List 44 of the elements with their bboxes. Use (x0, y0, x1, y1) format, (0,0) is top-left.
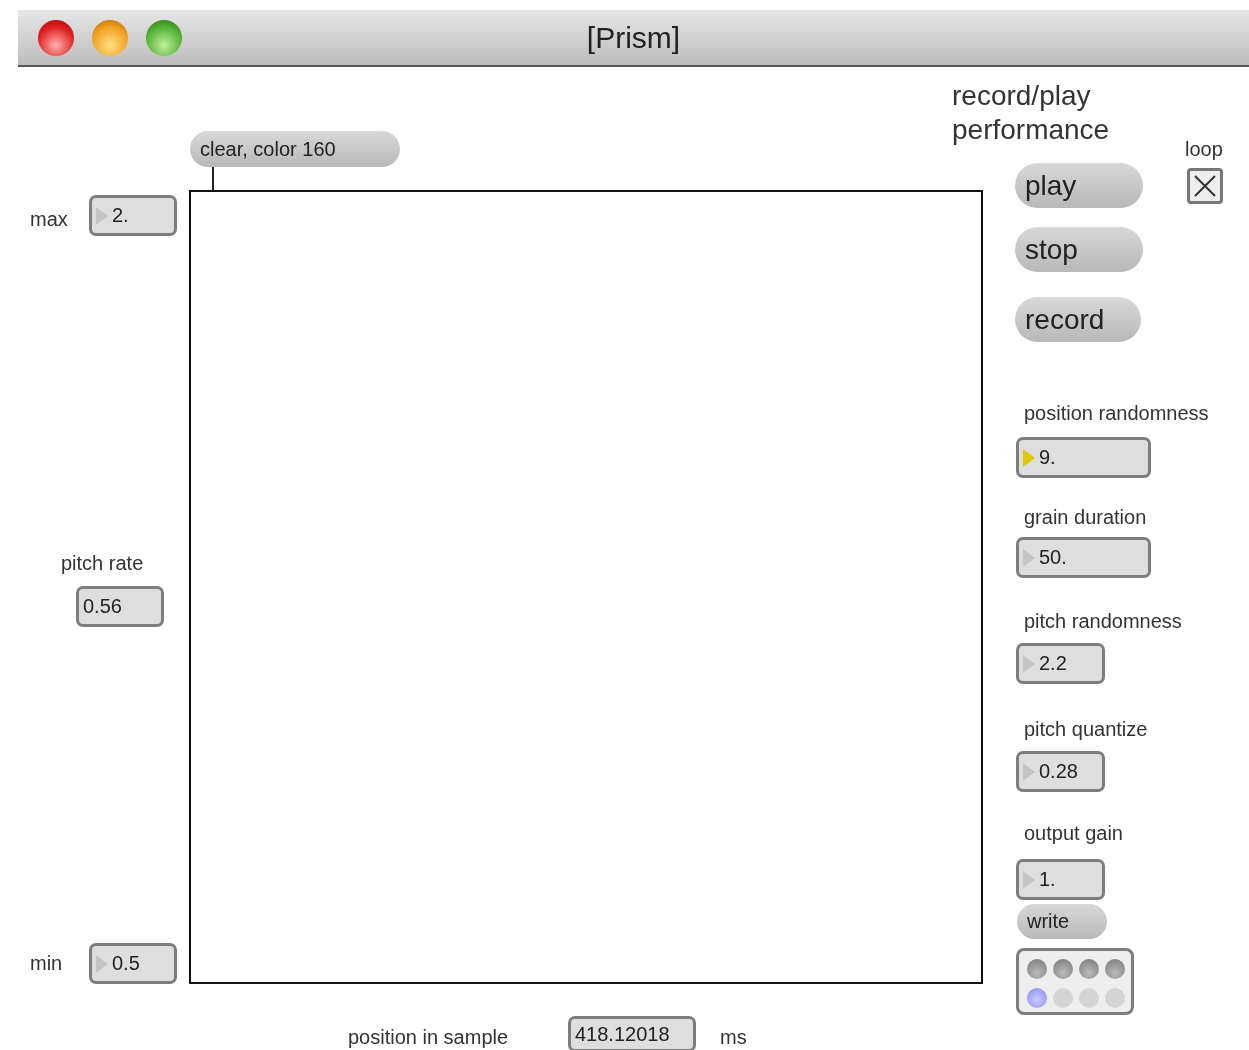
triangle-icon (96, 952, 108, 975)
triangle-icon (1023, 760, 1035, 783)
field-label: pitch rate (61, 551, 144, 575)
number-box[interactable]: 0.28 (1016, 751, 1105, 792)
field-label: output gain (1024, 821, 1123, 845)
cross-icon (1193, 174, 1217, 198)
field-label: position randomness (1024, 401, 1209, 425)
number-box[interactable]: 9. (1016, 437, 1151, 478)
preset-slot[interactable] (1105, 959, 1125, 979)
triangle-icon (96, 204, 108, 227)
field-label: min (30, 951, 63, 975)
triangle-icon (1023, 868, 1035, 891)
message-button[interactable]: record (1015, 297, 1141, 342)
number-box[interactable]: 0.56 (76, 586, 164, 627)
section-title: record/play performance (952, 79, 1111, 147)
number-box[interactable]: 1. (1016, 859, 1105, 900)
zoom-button[interactable] (146, 20, 182, 56)
write-message[interactable]: write (1017, 904, 1107, 939)
triangle-icon (1023, 546, 1035, 569)
minimize-button[interactable] (92, 20, 128, 56)
number-box[interactable]: 50. (1016, 537, 1151, 578)
field-label: max (30, 207, 68, 231)
triangle-icon (1023, 446, 1035, 469)
preset-slot[interactable] (1079, 959, 1099, 979)
number-box[interactable]: 2. (89, 195, 177, 236)
number-box[interactable]: 0.5 (89, 943, 177, 984)
message-button[interactable]: play (1015, 163, 1143, 208)
field-label: pitch randomness (1024, 609, 1182, 633)
unit-label: ms (720, 1025, 747, 1049)
clear-message[interactable]: clear, color 160 (190, 131, 400, 167)
loop-toggle[interactable] (1187, 168, 1223, 204)
field-label: grain duration (1024, 505, 1147, 529)
field-label: pitch quantize (1024, 717, 1148, 741)
close-button[interactable] (38, 20, 74, 56)
field-label: position in sample (348, 1025, 509, 1049)
number-box[interactable]: 418.12018 (568, 1016, 696, 1050)
preset-slot[interactable] (1027, 988, 1047, 1008)
preset-slot[interactable] (1027, 959, 1047, 979)
message-button[interactable]: stop (1015, 227, 1143, 272)
window-title: [Prism] (586, 20, 681, 55)
loop-label: loop (1185, 137, 1223, 161)
triangle-icon (1023, 652, 1035, 675)
preset-slot[interactable] (1053, 959, 1073, 979)
number-box[interactable]: 2.2 (1016, 643, 1105, 684)
